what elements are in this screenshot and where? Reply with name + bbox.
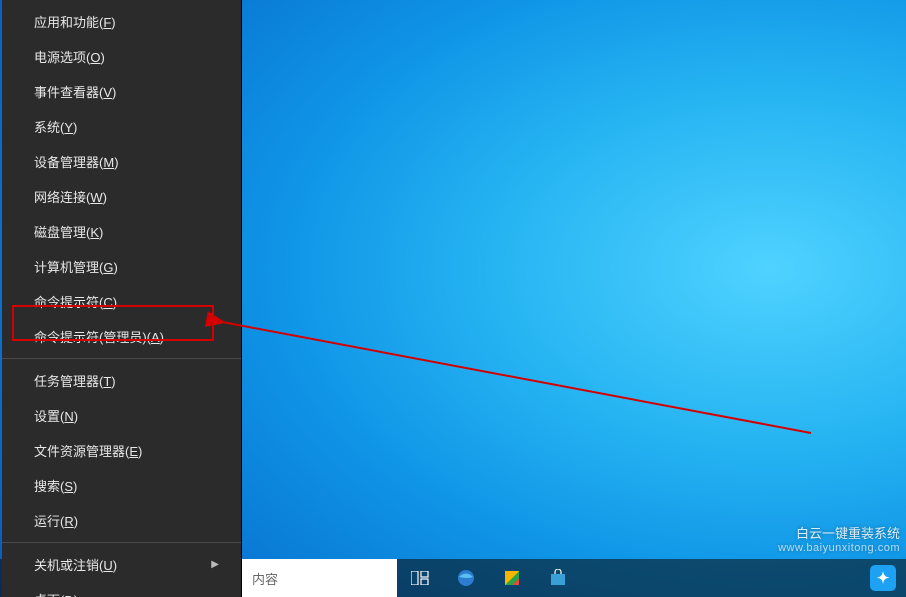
menu-item-label: 网络连接(W) xyxy=(34,187,107,206)
menu-item-label: 计算机管理(G) xyxy=(34,257,118,276)
taskbar-tray: ✦ xyxy=(866,559,906,597)
watermark-line1: 白云一键重装系统 xyxy=(778,526,900,542)
menu-item-14[interactable]: 搜索(S) xyxy=(2,468,241,503)
menu-item-11[interactable]: 任务管理器(T) xyxy=(2,363,241,398)
menu-item-label: 设备管理器(M) xyxy=(34,152,119,171)
winx-menu: 应用和功能(F) 电源选项(O) 事件查看器(V) 系统(Y) 设备管理器(M) 网络连接… xyxy=(2,0,242,597)
menu-item-label: 搜索(S) xyxy=(34,476,77,495)
chevron-right-icon: ▶ xyxy=(211,559,219,570)
menu-item-0[interactable]: 应用和功能(F) xyxy=(2,4,241,39)
watermark: 白云一键重装系统 www.baiyunxitong.com xyxy=(778,526,900,555)
menu-item-18[interactable]: 桌面(D) xyxy=(2,582,241,597)
edge-icon[interactable] xyxy=(443,559,489,597)
menu-item-label: 命令提示符(管理员)(A) xyxy=(34,327,164,346)
search-text: 内容 xyxy=(252,569,278,588)
menu-item-label: 桌面(D) xyxy=(34,590,78,597)
menu-item-17[interactable]: 关机或注销(U) ▶ xyxy=(2,547,241,582)
menu-item-3[interactable]: 系统(Y) xyxy=(2,109,241,144)
store-icon[interactable] xyxy=(535,559,581,597)
menu-item-12[interactable]: 设置(N) xyxy=(2,398,241,433)
menu-item-label: 磁盘管理(K) xyxy=(34,222,103,241)
app-colored-icon[interactable] xyxy=(489,559,535,597)
task-view-icon[interactable] xyxy=(397,559,443,597)
menu-item-13[interactable]: 文件资源管理器(E) xyxy=(2,433,241,468)
watermark-line2: www.baiyunxitong.com xyxy=(778,542,900,555)
menu-item-5[interactable]: 网络连接(W) xyxy=(2,179,241,214)
menu-item-15[interactable]: 运行(R) xyxy=(2,503,241,538)
menu-item-8[interactable]: 命令提示符(C) xyxy=(2,284,241,319)
menu-item-label: 应用和功能(F) xyxy=(34,12,116,31)
menu-item-label: 文件资源管理器(E) xyxy=(34,441,142,460)
menu-item-label: 关机或注销(U) xyxy=(34,555,117,574)
tray-twitter-icon[interactable]: ✦ xyxy=(866,559,900,597)
menu-item-label: 事件查看器(V) xyxy=(34,82,116,101)
menu-item-label: 运行(R) xyxy=(34,511,78,530)
menu-item-label: 电源选项(O) xyxy=(34,47,105,66)
menu-separator xyxy=(2,542,241,543)
menu-item-6[interactable]: 磁盘管理(K) xyxy=(2,214,241,249)
menu-item-label: 命令提示符(C) xyxy=(34,292,117,311)
menu-item-1[interactable]: 电源选项(O) xyxy=(2,39,241,74)
taskbar-search[interactable]: 内容 xyxy=(242,559,397,597)
menu-item-4[interactable]: 设备管理器(M) xyxy=(2,144,241,179)
menu-item-2[interactable]: 事件查看器(V) xyxy=(2,74,241,109)
menu-item-7[interactable]: 计算机管理(G) xyxy=(2,249,241,284)
taskbar-pinned-area xyxy=(397,559,581,597)
menu-item-label: 任务管理器(T) xyxy=(34,371,116,390)
menu-item-9[interactable]: 命令提示符(管理员)(A) xyxy=(2,319,241,354)
menu-item-label: 系统(Y) xyxy=(34,117,77,136)
menu-item-label: 设置(N) xyxy=(34,406,78,425)
menu-separator xyxy=(2,358,241,359)
